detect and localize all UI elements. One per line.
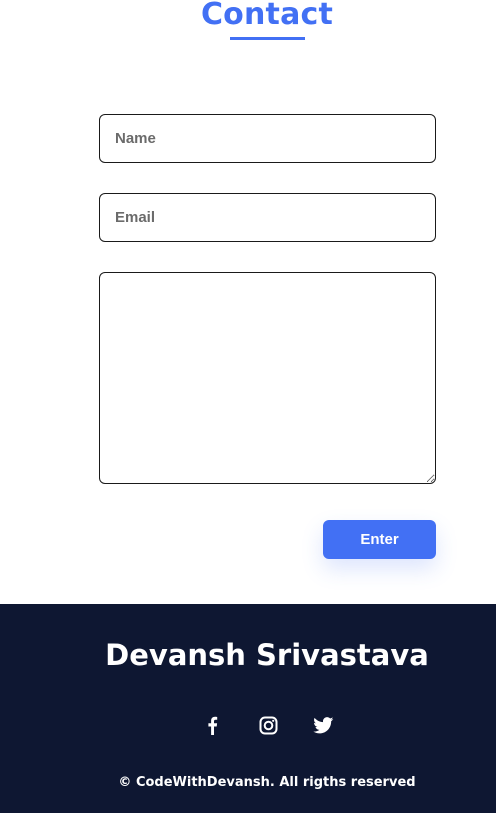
footer: Devansh Srivastava © CodeWithDevansh. Al…: [0, 604, 496, 813]
facebook-glyph: [207, 716, 217, 735]
facebook-icon[interactable]: [200, 713, 224, 737]
twitter-glyph: [312, 716, 333, 733]
twitter-icon[interactable]: [311, 713, 335, 737]
title-underline: [230, 37, 305, 40]
message-textarea[interactable]: [99, 272, 436, 484]
email-input[interactable]: [99, 193, 436, 242]
instagram-glyph: [259, 716, 277, 734]
contact-title: Contact: [200, 0, 334, 32]
instagram-icon[interactable]: [256, 713, 280, 737]
copyright-text: © CodeWithDevansh. All rigths reserved: [118, 775, 416, 790]
enter-button[interactable]: Enter: [323, 520, 436, 559]
footer-name: Devansh Srivastava: [105, 638, 429, 672]
name-input[interactable]: [99, 114, 436, 163]
